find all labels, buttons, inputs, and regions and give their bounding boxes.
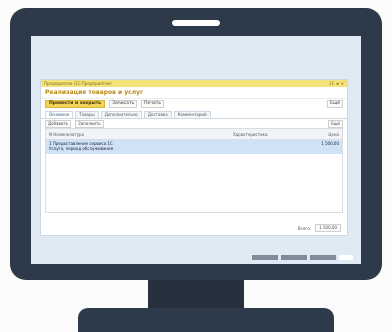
window-title-text: Предприятие (1С:Предприятие) xyxy=(44,81,112,86)
total-value: 1 500,00 xyxy=(315,224,341,232)
document-title: Реализация товаров и услуг xyxy=(41,87,347,99)
table-more-button[interactable]: Ещё xyxy=(328,119,343,128)
tab-bar: Основное Товары Дополнительно Доставка К… xyxy=(41,109,347,119)
column-header-price[interactable]: Цена xyxy=(296,132,342,137)
tab-main[interactable]: Основное xyxy=(45,111,74,118)
more-menu-button[interactable]: Ещё xyxy=(327,100,343,108)
tab-additional[interactable]: Дополнительно xyxy=(100,111,142,118)
table-row[interactable]: 1 Предоставление сервиса 1С Услуга, пери… xyxy=(46,140,342,154)
goods-table: N Номенклатура Характеристика Цена 1 Пре… xyxy=(45,128,343,213)
taskbar-item[interactable] xyxy=(252,255,278,260)
window-titlebar: Предприятие (1С:Предприятие) 1С ★ ✕ xyxy=(41,80,347,87)
tab-goods[interactable]: Товары xyxy=(75,111,99,118)
table-empty-area xyxy=(46,154,342,212)
monitor-speaker xyxy=(172,20,220,26)
row-price-cell: 1 500,00 xyxy=(321,141,339,146)
table-toolbar: Добавить Заполнить Ещё xyxy=(41,119,347,128)
row-item-cell: 1 Предоставление сервиса 1С Услуга, пери… xyxy=(46,140,296,154)
tab-comment[interactable]: Комментарий xyxy=(173,111,211,118)
tab-delivery[interactable]: Доставка xyxy=(143,111,172,118)
taskbar-item[interactable] xyxy=(339,255,353,260)
taskbar-item[interactable] xyxy=(281,255,307,260)
monitor-base xyxy=(78,308,334,332)
total-label: Всего: xyxy=(297,225,312,231)
add-row-button[interactable]: Добавить xyxy=(45,119,72,128)
window-controls[interactable]: 1С ★ ✕ xyxy=(329,80,344,87)
toolbar: Провести и закрыть Записать Печать Ещё xyxy=(41,99,347,109)
column-header-characteristic[interactable]: Характеристика xyxy=(230,132,296,137)
document-window: Предприятие (1С:Предприятие) 1С ★ ✕ Реал… xyxy=(41,80,347,235)
monitor-frame: Предприятие (1С:Предприятие) 1С ★ ✕ Реал… xyxy=(10,8,382,280)
row-item-detail: Услуга, период обслуживания xyxy=(49,146,114,151)
post-and-close-button[interactable]: Провести и закрыть xyxy=(45,100,106,108)
document-footer: Всего: 1 500,00 xyxy=(298,224,341,232)
taskbar-item[interactable] xyxy=(310,255,336,260)
column-header-item[interactable]: N Номенклатура xyxy=(46,132,230,137)
fill-button[interactable]: Заполнить xyxy=(75,119,104,128)
taskbar xyxy=(252,255,353,260)
print-button[interactable]: Печать xyxy=(141,100,165,108)
table-header: N Номенклатура Характеристика Цена xyxy=(46,129,342,140)
save-button[interactable]: Записать xyxy=(109,100,138,108)
monitor-screen: Предприятие (1С:Предприятие) 1С ★ ✕ Реал… xyxy=(31,36,361,264)
